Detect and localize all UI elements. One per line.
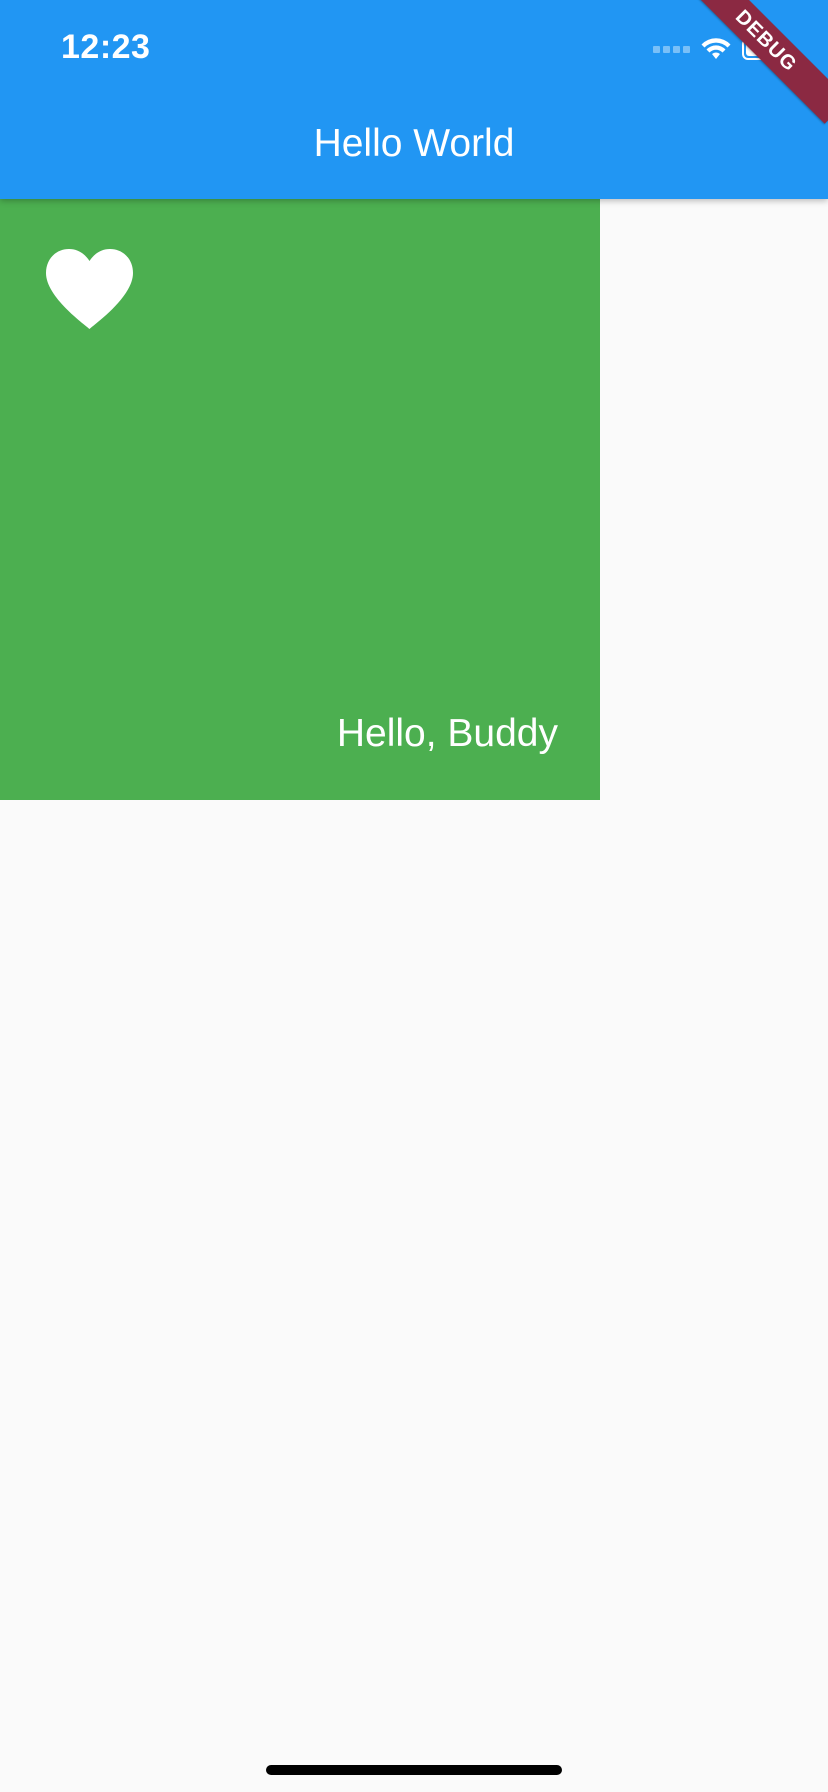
app-bar-title: Hello World [313,122,515,165]
app-bar: 12:23 Hello World [0,0,828,199]
green-card: Hello, Buddy [0,199,600,800]
status-time: 12:23 [61,28,151,66]
greeting-text: Hello, Buddy [336,712,558,755]
home-indicator[interactable] [266,1765,562,1775]
screen: 12:23 Hello World DEBUG Hello, Buddy [0,0,828,1792]
cellular-signal-icon [653,45,690,53]
wifi-icon [700,37,732,61]
heart-icon [46,249,133,329]
